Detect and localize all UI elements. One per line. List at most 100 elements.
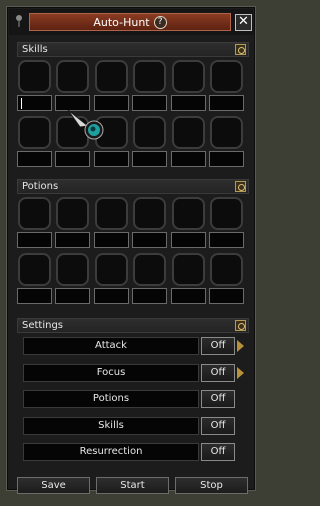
arrow-right-icon[interactable]	[237, 340, 244, 352]
slot-key-field[interactable]	[208, 95, 244, 111]
skills-slot-grid	[17, 60, 244, 168]
slot-icon-box[interactable]	[56, 253, 90, 286]
slot-icon-box[interactable]	[56, 197, 90, 230]
slot-key-field[interactable]	[17, 151, 52, 167]
slot[interactable]	[208, 60, 244, 112]
setting-row: Resurrection Off	[23, 443, 244, 461]
slot[interactable]	[55, 253, 91, 305]
slot-icon-box[interactable]	[133, 253, 167, 286]
potions-section-label: Potions	[22, 181, 59, 192]
slot-icon-box[interactable]	[18, 197, 51, 230]
slot-key-field[interactable]	[132, 232, 168, 248]
slot-key-field[interactable]	[132, 95, 168, 111]
setting-row: Attack Off	[23, 337, 244, 355]
slot-key-field[interactable]	[132, 288, 168, 304]
slot[interactable]	[55, 197, 91, 249]
setting-label[interactable]: Potions	[23, 390, 199, 408]
slot-key-field[interactable]	[17, 95, 52, 111]
gear-icon[interactable]	[235, 44, 246, 55]
title-bar[interactable]: Auto-Hunt ? ✕	[9, 9, 253, 35]
slot-key-field[interactable]	[93, 232, 129, 248]
slot-key-field[interactable]	[55, 151, 91, 167]
slot[interactable]	[208, 116, 244, 168]
pin-icon	[16, 15, 22, 27]
slot-icon-box[interactable]	[94, 197, 128, 230]
gear-icon[interactable]	[235, 320, 246, 331]
slot[interactable]	[208, 197, 244, 249]
setting-toggle-button[interactable]: Off	[201, 363, 235, 382]
setting-label[interactable]: Attack	[23, 337, 199, 355]
slot-icon-box[interactable]	[18, 253, 51, 286]
setting-row: Focus Off	[23, 363, 244, 382]
slot-key-field[interactable]	[170, 288, 206, 304]
slot[interactable]	[132, 197, 168, 249]
slot[interactable]	[170, 60, 206, 112]
slot-icon-box[interactable]	[133, 116, 167, 149]
setting-toggle-button[interactable]: Off	[201, 390, 235, 408]
setting-toggle-button[interactable]: Off	[201, 337, 235, 355]
slot-icon-box[interactable]	[171, 253, 205, 286]
slot-key-field[interactable]	[208, 232, 244, 248]
skills-section-header: Skills	[17, 42, 249, 57]
slot-icon-box[interactable]	[133, 60, 167, 93]
slot-key-field[interactable]	[208, 151, 244, 167]
auto-hunt-window: Auto-Hunt ? ✕ Skills Potions Settings At…	[6, 6, 256, 494]
slot[interactable]	[93, 60, 129, 112]
stop-button[interactable]: Stop	[175, 477, 248, 494]
slot-key-field[interactable]	[170, 232, 206, 248]
slot[interactable]	[17, 60, 52, 112]
setting-label[interactable]: Skills	[23, 416, 199, 435]
slot[interactable]	[170, 116, 206, 168]
slot[interactable]	[170, 197, 206, 249]
slot-icon-box[interactable]	[94, 253, 128, 286]
setting-label[interactable]: Focus	[23, 363, 199, 382]
slot-key-field[interactable]	[55, 288, 91, 304]
potions-section-header: Potions	[17, 179, 249, 194]
slot-key-field[interactable]	[17, 288, 52, 304]
slot[interactable]	[93, 253, 129, 305]
settings-section-header: Settings	[17, 318, 249, 333]
slot-icon-box[interactable]	[171, 60, 205, 93]
slot-key-field[interactable]	[132, 151, 168, 167]
slot-icon-box[interactable]	[56, 60, 90, 93]
slot-icon-box[interactable]	[209, 116, 243, 149]
slot-icon-box[interactable]	[133, 197, 167, 230]
help-icon[interactable]: ?	[153, 15, 167, 29]
save-button[interactable]: Save	[17, 477, 90, 494]
slot-key-field[interactable]	[55, 232, 91, 248]
settings-section-label: Settings	[22, 320, 64, 331]
setting-toggle-button[interactable]: Off	[201, 443, 235, 461]
slot-icon-box[interactable]	[209, 197, 243, 230]
slot-key-field[interactable]	[93, 288, 129, 304]
window-title: Auto-Hunt	[93, 15, 150, 29]
slot-icon-box[interactable]	[171, 116, 205, 149]
slot[interactable]	[132, 116, 168, 168]
start-button[interactable]: Start	[96, 477, 169, 494]
slot-icon-box[interactable]	[94, 60, 128, 93]
slot[interactable]	[170, 253, 206, 305]
slot[interactable]	[132, 253, 168, 305]
setting-row: Skills Off	[23, 416, 244, 435]
setting-toggle-button[interactable]: Off	[201, 416, 235, 435]
slot-key-field[interactable]	[170, 151, 206, 167]
slot[interactable]	[17, 253, 52, 305]
slot[interactable]	[93, 197, 129, 249]
gear-icon[interactable]	[235, 181, 246, 192]
setting-label[interactable]: Resurrection	[23, 443, 199, 461]
slot[interactable]	[17, 197, 52, 249]
slot[interactable]	[208, 253, 244, 305]
arrow-right-icon[interactable]	[237, 366, 244, 379]
slot[interactable]	[55, 60, 91, 112]
slot[interactable]	[17, 116, 52, 168]
slot-icon-box[interactable]	[18, 60, 51, 93]
slot-key-field[interactable]	[170, 95, 206, 111]
close-icon[interactable]: ✕	[235, 14, 252, 31]
slot[interactable]	[132, 60, 168, 112]
slot-icon-box[interactable]	[171, 197, 205, 230]
slot-icon-box[interactable]	[209, 253, 243, 286]
slot-key-field[interactable]	[17, 232, 52, 248]
slot-key-field[interactable]	[93, 151, 129, 167]
slot-icon-box[interactable]	[18, 116, 51, 149]
slot-key-field[interactable]	[208, 288, 244, 304]
slot-icon-box[interactable]	[209, 60, 243, 93]
